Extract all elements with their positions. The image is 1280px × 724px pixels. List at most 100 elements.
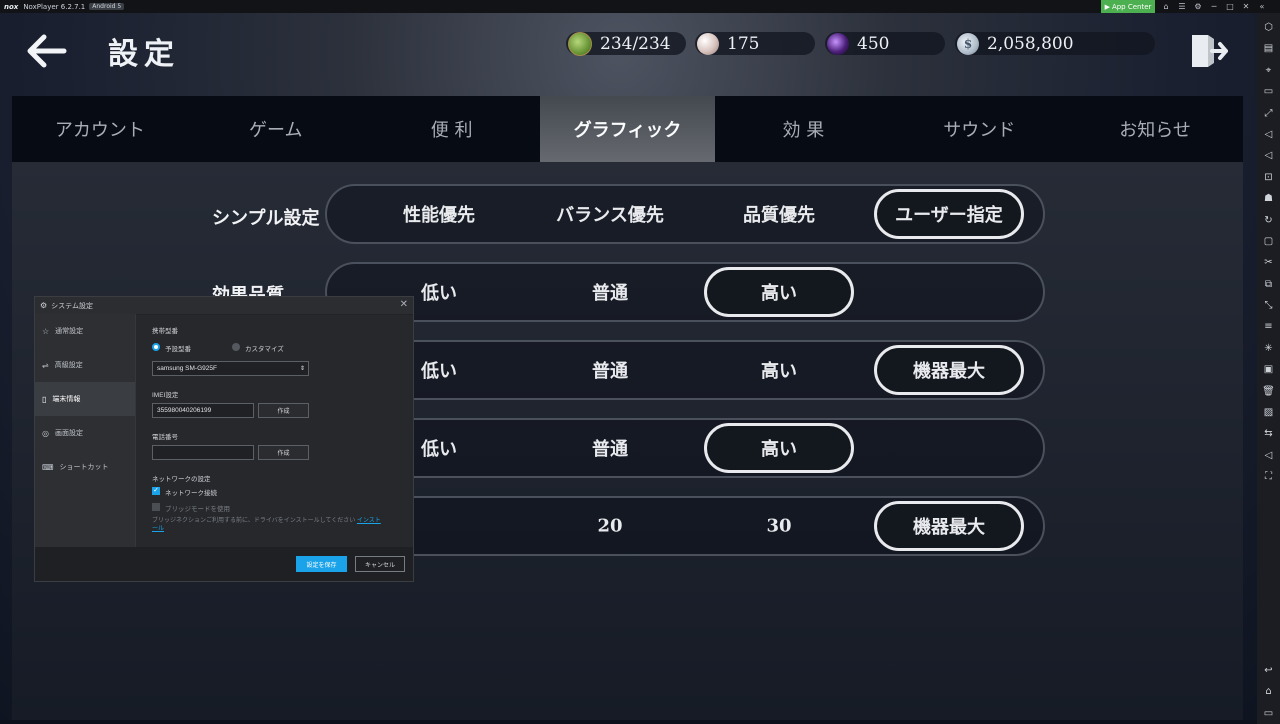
exit-door-icon[interactable] [1188,31,1228,71]
sliders-icon: ⇌ [42,360,49,370]
phone-input[interactable] [152,445,254,460]
file-icon[interactable]: ▢ [1257,231,1280,252]
cancel-button[interactable]: キャンセル [355,556,405,572]
radio-preset[interactable] [152,343,160,351]
multi-instance-icon[interactable]: ⬡ [1257,17,1280,38]
install-link-cont[interactable]: ール [152,526,164,532]
install-link[interactable]: インスト [357,518,381,524]
phone-label: 電話番号 [152,434,178,441]
imei-generate-button[interactable]: 作成 [258,403,309,418]
keyboard-icon: ⌨ [42,462,54,472]
pearl-icon [697,32,719,55]
row4-normal[interactable]: 普通 [592,435,628,461]
option-balance[interactable]: バランス優先 [556,201,664,227]
row3-low[interactable]: 低い [421,357,457,383]
app-center-button[interactable]: ▶ App Center [1101,0,1155,13]
dialog-footer: 設定を保存 キャンセル [35,547,413,581]
network-connect-checkbox[interactable]: ✓ [152,487,160,495]
silver-value: 2,058,800 [987,33,1074,54]
emulator-sidebar: ⬡ ▤ ⌖ ▭ ⤢ ◁ ◁ ⊡ ☗ ↻ ▢ ✂ ⧉ ⤡ ≡ ✳ ▣ 🗑 ▨ ⇆ … [1257,13,1280,724]
expand-icon[interactable]: « [1254,0,1270,13]
phone-generate-button[interactable]: 作成 [258,445,309,460]
row3-device-max[interactable]: 機器最大 [874,345,1024,395]
screen-icon[interactable]: ▭ [1257,81,1280,102]
tab-graphics[interactable]: グラフィック [539,96,716,162]
effect-high[interactable]: 高い [704,267,854,317]
nav-general[interactable]: ☆ 通常設定 [35,314,135,348]
gear-icon[interactable]: ⚙ [1190,0,1206,13]
fps-30[interactable]: 30 [766,516,791,537]
tab-account[interactable]: アカウント [12,96,188,162]
maximize-icon[interactable]: □ [1222,0,1238,13]
bridge-mode-checkbox[interactable] [152,503,160,511]
recent-nav-icon[interactable]: ▭ [1257,703,1280,724]
location-icon[interactable]: ⌖ [1257,60,1280,81]
back-arrow-icon[interactable] [24,31,70,71]
network-connect-label: ネットワーク接続 [165,490,217,497]
nav-device-info[interactable]: ▯ 端末情報 [35,382,135,416]
nav-advanced[interactable]: ⇌ 高級設定 [35,348,135,382]
rotate-icon[interactable]: ↻ [1257,210,1280,231]
row3-high[interactable]: 高い [761,357,797,383]
quality-row-3: 低い 普通 高い 機器最大 [325,340,1045,400]
frame-rate-row: 20 30 機器最大 [325,496,1045,556]
bridge-mode-label: ブリッジモードを使用 [165,506,230,513]
tab-sound[interactable]: サウンド [891,96,1067,162]
home-nav-icon[interactable]: ⌂ [1257,681,1280,702]
save-settings-button[interactable]: 設定を保存 [296,556,347,572]
row4-high[interactable]: 高い [704,423,854,473]
sync-icon[interactable]: ⇆ [1257,423,1280,444]
dialog-close-icon[interactable]: ✕ [400,299,408,310]
screenshot-icon[interactable]: ⊡ [1257,167,1280,188]
fullscreen-icon[interactable]: ⤢ [1257,103,1280,124]
shake-icon[interactable]: ✳ [1257,338,1280,359]
row4-low[interactable]: 低い [421,435,457,461]
effect-quality-row: 低い 普通 高い [325,262,1045,322]
apk-icon[interactable]: ▤ [1257,38,1280,59]
volume-up-icon[interactable]: ◁ [1257,124,1280,145]
trash-icon[interactable]: 🗑 [1257,381,1280,402]
more-icon[interactable]: ≡ [1257,316,1280,337]
imei-input[interactable]: 355980040206199 [152,403,254,418]
row3-normal[interactable]: 普通 [592,357,628,383]
multi-window-icon[interactable]: ⧉ [1257,274,1280,295]
tab-effects[interactable]: 効 果 [715,96,891,162]
fps-20[interactable]: 20 [597,516,622,537]
robot-icon[interactable]: ☗ [1257,188,1280,209]
fps-device-max[interactable]: 機器最大 [874,501,1024,551]
nav-shortcuts[interactable]: ⌨ ショートカット [35,450,135,484]
resource-orb: 450 [825,32,945,55]
minimize-icon[interactable]: ─ [1206,0,1222,13]
tab-convenience[interactable]: 便 利 [364,96,540,162]
option-quality[interactable]: 品質優先 [743,201,815,227]
star-icon: ☆ [42,326,50,336]
simple-settings-row: 性能優先 バランス優先 品質優先 ユーザー指定 [325,184,1045,244]
volume-down-icon[interactable]: ◁ [1257,145,1280,166]
menu-icon[interactable]: ☰ [1174,0,1190,13]
option-performance[interactable]: 性能優先 [403,201,475,227]
updown-icon: ⇕ [299,366,305,372]
model-label: 携帯型番 [152,328,178,335]
video-icon[interactable]: ▣ [1257,359,1280,380]
orb-value: 450 [857,33,890,54]
tab-game[interactable]: ゲーム [188,96,364,162]
effect-low[interactable]: 低い [421,279,457,305]
option-user-defined[interactable]: ユーザー指定 [874,189,1024,239]
resize-icon[interactable]: ⤡ [1257,295,1280,316]
scissors-icon[interactable]: ✂ [1257,252,1280,273]
radio-custom[interactable] [232,343,240,351]
display-icon: ◎ [42,428,49,438]
close-icon[interactable]: ✕ [1238,0,1254,13]
effect-normal[interactable]: 普通 [592,279,628,305]
model-select[interactable]: samsung SM-G925F ⇕ [152,361,309,376]
tab-notices[interactable]: お知らせ [1067,96,1243,162]
emulator-titlebar: nox NoxPlayer 6.2.7.1 Android 5 [0,0,1280,13]
skin-icon[interactable]: ⌂ [1158,0,1174,13]
back-nav-icon[interactable]: ↩ [1257,660,1280,681]
mute-icon[interactable]: ◁ [1257,445,1280,466]
zoom-icon[interactable]: ⛶ [1257,466,1280,487]
nav-display[interactable]: ◎ 画面設定 [35,416,135,450]
nox-logo: nox [4,2,19,11]
network-label: ネットワークの設定 [152,476,211,483]
photo-icon[interactable]: ▨ [1257,402,1280,423]
